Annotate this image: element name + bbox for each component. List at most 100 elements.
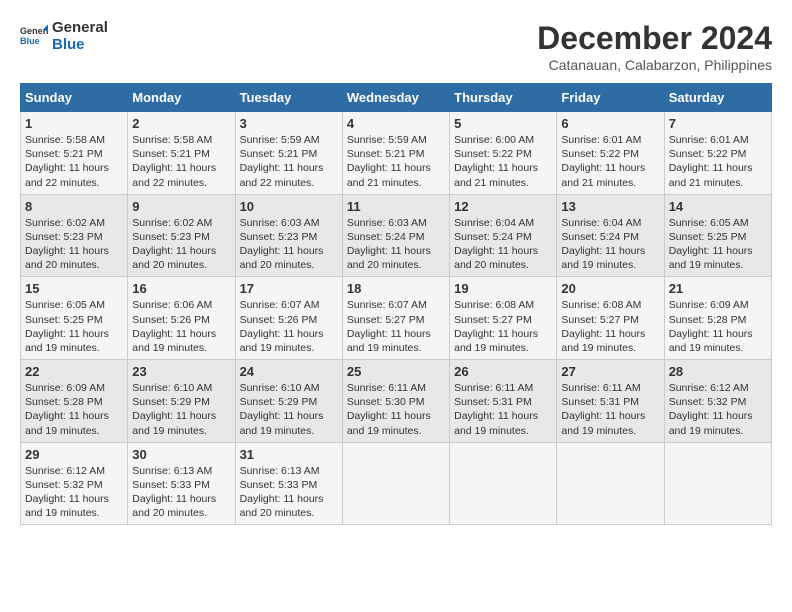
logo: General Blue General Blue [20, 20, 108, 53]
calendar-week-row: 1 Sunrise: 5:58 AMSunset: 5:21 PMDayligh… [21, 112, 772, 195]
calendar-cell: 9 Sunrise: 6:02 AMSunset: 5:23 PMDayligh… [128, 194, 235, 277]
calendar-cell: 20 Sunrise: 6:08 AMSunset: 5:27 PMDaylig… [557, 277, 664, 360]
calendar-week-row: 8 Sunrise: 6:02 AMSunset: 5:23 PMDayligh… [21, 194, 772, 277]
svg-text:Blue: Blue [20, 36, 40, 46]
calendar-cell: 6 Sunrise: 6:01 AMSunset: 5:22 PMDayligh… [557, 112, 664, 195]
header-wednesday: Wednesday [342, 84, 449, 112]
day-number: 1 [25, 116, 123, 131]
header-sunday: Sunday [21, 84, 128, 112]
calendar-cell: 12 Sunrise: 6:04 AMSunset: 5:24 PMDaylig… [450, 194, 557, 277]
day-number: 2 [132, 116, 230, 131]
day-number: 23 [132, 364, 230, 379]
day-info: Sunrise: 5:58 AMSunset: 5:21 PMDaylight:… [25, 134, 109, 189]
day-info: Sunrise: 6:01 AMSunset: 5:22 PMDaylight:… [561, 134, 645, 189]
day-number: 18 [347, 281, 445, 296]
logo-line2: Blue [52, 37, 108, 54]
logo-line1: General [52, 20, 108, 37]
day-number: 13 [561, 199, 659, 214]
day-number: 27 [561, 364, 659, 379]
day-info: Sunrise: 6:00 AMSunset: 5:22 PMDaylight:… [454, 134, 538, 189]
day-number: 8 [25, 199, 123, 214]
day-info: Sunrise: 5:59 AMSunset: 5:21 PMDaylight:… [240, 134, 324, 189]
day-number: 10 [240, 199, 338, 214]
day-info: Sunrise: 6:01 AMSunset: 5:22 PMDaylight:… [669, 134, 753, 189]
calendar-cell: 15 Sunrise: 6:05 AMSunset: 5:25 PMDaylig… [21, 277, 128, 360]
calendar-cell: 5 Sunrise: 6:00 AMSunset: 5:22 PMDayligh… [450, 112, 557, 195]
calendar-cell: 4 Sunrise: 5:59 AMSunset: 5:21 PMDayligh… [342, 112, 449, 195]
day-number: 22 [25, 364, 123, 379]
day-number: 26 [454, 364, 552, 379]
calendar-week-row: 22 Sunrise: 6:09 AMSunset: 5:28 PMDaylig… [21, 360, 772, 443]
calendar-cell: 13 Sunrise: 6:04 AMSunset: 5:24 PMDaylig… [557, 194, 664, 277]
day-number: 5 [454, 116, 552, 131]
calendar-cell: 27 Sunrise: 6:11 AMSunset: 5:31 PMDaylig… [557, 360, 664, 443]
day-info: Sunrise: 6:13 AMSunset: 5:33 PMDaylight:… [132, 465, 216, 520]
month-year-title: December 2024 [537, 20, 772, 57]
day-number: 3 [240, 116, 338, 131]
day-info: Sunrise: 6:09 AMSunset: 5:28 PMDaylight:… [25, 382, 109, 437]
day-info: Sunrise: 6:13 AMSunset: 5:33 PMDaylight:… [240, 465, 324, 520]
day-info: Sunrise: 6:09 AMSunset: 5:28 PMDaylight:… [669, 299, 753, 354]
day-info: Sunrise: 5:58 AMSunset: 5:21 PMDaylight:… [132, 134, 216, 189]
page-header: General Blue General Blue December 2024 … [20, 20, 772, 73]
header-tuesday: Tuesday [235, 84, 342, 112]
calendar-cell: 2 Sunrise: 5:58 AMSunset: 5:21 PMDayligh… [128, 112, 235, 195]
day-info: Sunrise: 6:07 AMSunset: 5:26 PMDaylight:… [240, 299, 324, 354]
title-block: December 2024 Catanauan, Calabarzon, Phi… [537, 20, 772, 73]
calendar-cell: 18 Sunrise: 6:07 AMSunset: 5:27 PMDaylig… [342, 277, 449, 360]
calendar-cell: 19 Sunrise: 6:08 AMSunset: 5:27 PMDaylig… [450, 277, 557, 360]
day-info: Sunrise: 6:12 AMSunset: 5:32 PMDaylight:… [669, 382, 753, 437]
day-info: Sunrise: 6:04 AMSunset: 5:24 PMDaylight:… [454, 217, 538, 272]
header-saturday: Saturday [664, 84, 771, 112]
day-info: Sunrise: 6:03 AMSunset: 5:24 PMDaylight:… [347, 217, 431, 272]
day-info: Sunrise: 6:06 AMSunset: 5:26 PMDaylight:… [132, 299, 216, 354]
calendar-cell: 10 Sunrise: 6:03 AMSunset: 5:23 PMDaylig… [235, 194, 342, 277]
calendar-cell: 21 Sunrise: 6:09 AMSunset: 5:28 PMDaylig… [664, 277, 771, 360]
calendar-cell: 29 Sunrise: 6:12 AMSunset: 5:32 PMDaylig… [21, 442, 128, 525]
day-number: 16 [132, 281, 230, 296]
calendar-cell: 8 Sunrise: 6:02 AMSunset: 5:23 PMDayligh… [21, 194, 128, 277]
day-info: Sunrise: 6:02 AMSunset: 5:23 PMDaylight:… [25, 217, 109, 272]
header-thursday: Thursday [450, 84, 557, 112]
location-subtitle: Catanauan, Calabarzon, Philippines [537, 57, 772, 73]
header-friday: Friday [557, 84, 664, 112]
calendar-cell: 30 Sunrise: 6:13 AMSunset: 5:33 PMDaylig… [128, 442, 235, 525]
day-info: Sunrise: 6:10 AMSunset: 5:29 PMDaylight:… [132, 382, 216, 437]
day-number: 14 [669, 199, 767, 214]
calendar-header-row: SundayMondayTuesdayWednesdayThursdayFrid… [21, 84, 772, 112]
calendar-cell: 3 Sunrise: 5:59 AMSunset: 5:21 PMDayligh… [235, 112, 342, 195]
calendar-cell [342, 442, 449, 525]
day-number: 21 [669, 281, 767, 296]
day-info: Sunrise: 6:07 AMSunset: 5:27 PMDaylight:… [347, 299, 431, 354]
day-info: Sunrise: 6:11 AMSunset: 5:30 PMDaylight:… [347, 382, 431, 437]
day-info: Sunrise: 6:02 AMSunset: 5:23 PMDaylight:… [132, 217, 216, 272]
day-info: Sunrise: 6:03 AMSunset: 5:23 PMDaylight:… [240, 217, 324, 272]
logo-icon: General Blue [20, 23, 48, 51]
calendar-cell: 16 Sunrise: 6:06 AMSunset: 5:26 PMDaylig… [128, 277, 235, 360]
calendar-cell [450, 442, 557, 525]
day-number: 20 [561, 281, 659, 296]
calendar-cell: 25 Sunrise: 6:11 AMSunset: 5:30 PMDaylig… [342, 360, 449, 443]
day-number: 6 [561, 116, 659, 131]
day-number: 9 [132, 199, 230, 214]
day-info: Sunrise: 6:12 AMSunset: 5:32 PMDaylight:… [25, 465, 109, 520]
day-number: 7 [669, 116, 767, 131]
day-info: Sunrise: 6:05 AMSunset: 5:25 PMDaylight:… [669, 217, 753, 272]
calendar-cell [664, 442, 771, 525]
day-info: Sunrise: 6:11 AMSunset: 5:31 PMDaylight:… [454, 382, 538, 437]
day-number: 29 [25, 447, 123, 462]
day-number: 17 [240, 281, 338, 296]
calendar-week-row: 15 Sunrise: 6:05 AMSunset: 5:25 PMDaylig… [21, 277, 772, 360]
day-info: Sunrise: 6:05 AMSunset: 5:25 PMDaylight:… [25, 299, 109, 354]
day-info: Sunrise: 6:04 AMSunset: 5:24 PMDaylight:… [561, 217, 645, 272]
day-number: 31 [240, 447, 338, 462]
calendar-cell: 7 Sunrise: 6:01 AMSunset: 5:22 PMDayligh… [664, 112, 771, 195]
day-number: 30 [132, 447, 230, 462]
day-number: 15 [25, 281, 123, 296]
calendar-cell [557, 442, 664, 525]
calendar-cell: 17 Sunrise: 6:07 AMSunset: 5:26 PMDaylig… [235, 277, 342, 360]
day-info: Sunrise: 6:10 AMSunset: 5:29 PMDaylight:… [240, 382, 324, 437]
day-info: Sunrise: 6:08 AMSunset: 5:27 PMDaylight:… [561, 299, 645, 354]
calendar-cell: 11 Sunrise: 6:03 AMSunset: 5:24 PMDaylig… [342, 194, 449, 277]
calendar-cell: 26 Sunrise: 6:11 AMSunset: 5:31 PMDaylig… [450, 360, 557, 443]
